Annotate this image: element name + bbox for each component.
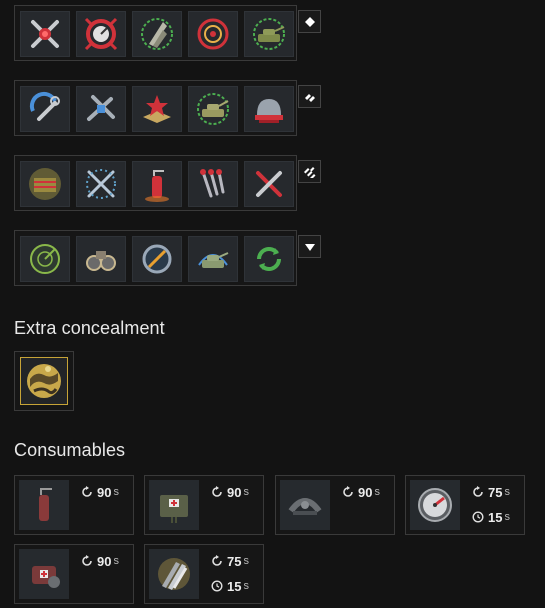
camouflage-icon[interactable] — [20, 357, 68, 405]
tank-blue-icon[interactable] — [188, 236, 238, 282]
duration-unit: s — [243, 580, 249, 592]
shell-boost-icon — [149, 549, 199, 599]
tier-marker-3 — [298, 160, 321, 183]
cooldown-stat: 90 s — [81, 553, 119, 569]
clock-icon — [211, 580, 223, 592]
consumable-slot-4[interactable]: 75 s 15 s — [405, 475, 525, 535]
medkit-icon — [149, 480, 199, 530]
extra-concealment-title: Extra concealment — [14, 318, 165, 338]
fire-extinguisher-icon — [19, 480, 69, 530]
reload-icon — [343, 486, 353, 497]
fire-extinguisher-icon[interactable] — [132, 161, 182, 207]
wrench-swirl-icon[interactable] — [20, 86, 70, 132]
extra-concealment-slot — [14, 351, 74, 411]
crosshair-repair-icon[interactable] — [20, 11, 70, 57]
consumable-slot-2[interactable]: 90 s — [144, 475, 264, 535]
crossed-wrench-icon[interactable] — [244, 161, 294, 207]
duration-stat: 15 s — [211, 578, 249, 594]
crossed-swords-icon[interactable] — [76, 161, 126, 207]
consumables-title: Consumables — [14, 440, 126, 460]
skill-row-2 — [14, 80, 297, 136]
binoculars-icon[interactable] — [76, 236, 126, 282]
reload-icon — [473, 486, 483, 497]
helmet-icon[interactable] — [244, 86, 294, 132]
duration-stat: 15 s — [472, 509, 510, 525]
speedometer-icon[interactable] — [76, 11, 126, 57]
no-sign-icon[interactable] — [132, 236, 182, 282]
cooldown-value: 75 — [227, 553, 242, 569]
tier-marker-2 — [298, 85, 321, 108]
consumable-slot-3[interactable]: 90 s — [275, 475, 395, 535]
cooldown-unit: s — [504, 486, 510, 498]
shell-sheaf-icon[interactable] — [132, 11, 182, 57]
ammo-crate-icon[interactable] — [20, 161, 70, 207]
duration-value: 15 — [227, 578, 242, 594]
skill-row-1 — [14, 5, 297, 61]
cooldown-stat: 90 s — [342, 484, 380, 500]
consumable-slot-1[interactable]: 90 s — [14, 475, 134, 535]
cooldown-unit: s — [243, 555, 249, 567]
tank-green-icon[interactable] — [188, 86, 238, 132]
duration-value: 15 — [488, 509, 503, 525]
cooldown-unit: s — [113, 555, 119, 567]
radar-icon[interactable] — [20, 236, 70, 282]
speed-gauge-icon — [410, 480, 460, 530]
cooldown-unit: s — [374, 486, 380, 498]
track-repair-icon — [280, 480, 330, 530]
consumable-slot-6[interactable]: 75 s 15 s — [144, 544, 264, 604]
clock-icon — [472, 511, 484, 523]
cooldown-value: 90 — [358, 484, 373, 500]
cooldown-value: 90 — [97, 553, 112, 569]
crossed-guns-icon[interactable] — [76, 86, 126, 132]
cooldown-unit: s — [243, 486, 249, 498]
tier-marker-4 — [298, 235, 321, 258]
parachute-shells-icon[interactable] — [188, 161, 238, 207]
cooldown-stat: 90 s — [211, 484, 249, 500]
reload-icon — [82, 486, 92, 497]
duration-unit: s — [504, 511, 510, 523]
consumable-slot-5[interactable]: 90 s — [14, 544, 134, 604]
reload-icon — [82, 555, 92, 566]
cooldown-stat: 90 s — [81, 484, 119, 500]
recycle-icon[interactable] — [244, 236, 294, 282]
reload-icon — [212, 486, 222, 497]
reload-icon — [212, 555, 222, 566]
repair-kit-icon — [19, 549, 69, 599]
star-map-icon[interactable] — [132, 86, 182, 132]
skill-row-4 — [14, 230, 297, 286]
skill-row-3 — [14, 155, 297, 211]
target-aim-icon[interactable] — [188, 11, 238, 57]
cooldown-stat: 75 s — [472, 484, 510, 500]
cooldown-value: 75 — [488, 484, 503, 500]
tier-marker-1 — [298, 10, 321, 33]
cooldown-value: 90 — [227, 484, 242, 500]
cooldown-unit: s — [113, 486, 119, 498]
tank-glow-icon[interactable] — [244, 11, 294, 57]
cooldown-value: 90 — [97, 484, 112, 500]
cooldown-stat: 75 s — [211, 553, 249, 569]
